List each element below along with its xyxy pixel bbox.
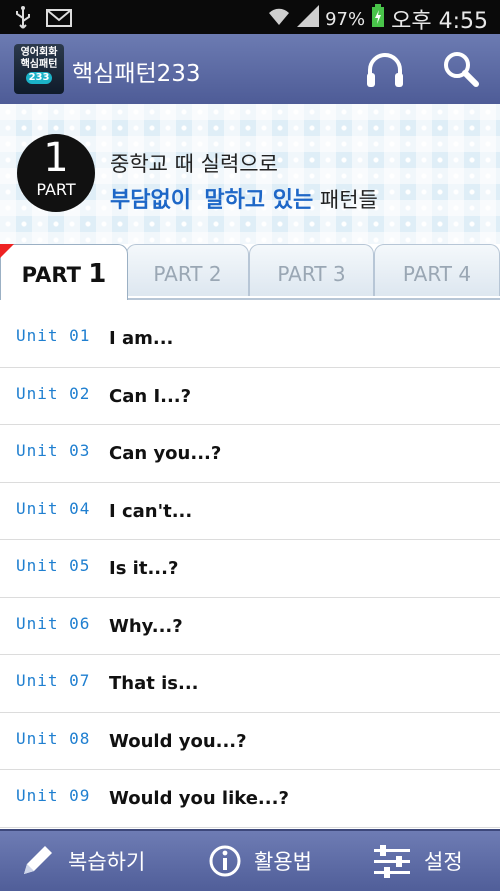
tab-part-4[interactable]: PART 4 <box>374 244 500 296</box>
unit-row-02[interactable]: Unit 02 Can I...? <box>0 368 500 425</box>
mail-icon <box>46 8 72 32</box>
bottom-bar: 복습하기 활용법 설정 <box>0 829 500 891</box>
app-logo-icon[interactable]: 영어회화 핵심패턴 233 <box>14 44 64 94</box>
sliders-icon <box>374 845 410 878</box>
usage-label: 활용법 <box>254 850 312 874</box>
app-logo-line1: 영어회화 <box>20 47 58 58</box>
review-button[interactable]: 복습하기 <box>18 831 145 891</box>
unit-label: Unit 05 <box>16 556 91 575</box>
app-logo-number: 233 <box>25 72 53 84</box>
usb-icon <box>14 6 32 34</box>
settings-label: 설정 <box>424 850 463 874</box>
part-badge-number: 1 <box>43 135 69 181</box>
search-button[interactable] <box>438 46 484 92</box>
tab-part-1-label: PART <box>21 263 81 287</box>
settings-button[interactable]: 설정 <box>372 831 463 891</box>
part-badge-label: PART <box>36 180 76 199</box>
unit-row-07[interactable]: Unit 07 That is... <box>0 655 500 713</box>
unit-title: That is... <box>109 673 199 694</box>
unit-label: Unit 07 <box>16 671 91 690</box>
app-logo-line2: 핵심패턴 <box>20 59 58 70</box>
unit-title: Can you...? <box>109 443 222 464</box>
unit-row-03[interactable]: Unit 03 Can you...? <box>0 425 500 483</box>
unit-row-04[interactable]: Unit 04 I can't... <box>0 483 500 540</box>
unit-title: Would you...? <box>109 730 247 752</box>
banner-subtitle: 중학교 때 실력으로 <box>110 152 278 176</box>
signal-icon <box>297 5 320 33</box>
headphones-button[interactable] <box>362 46 408 92</box>
battery-charging-icon <box>371 4 385 34</box>
unit-label: Unit 06 <box>16 613 91 633</box>
unit-title: Would you like...? <box>109 788 289 809</box>
part-banner: 1 PART 중학교 때 실력으로 부담없이 말하고 있는 패턴들 <box>0 104 500 244</box>
status-bar: 97% 오후 4:55 <box>0 0 500 34</box>
tab-part-3[interactable]: PART 3 <box>249 244 374 296</box>
tab-part-2[interactable]: PART 2 <box>126 244 249 296</box>
banner-title: 부담없이 말하고 있는 패턴들 <box>110 182 378 214</box>
part-badge: 1 PART <box>17 134 95 212</box>
unit-row-09[interactable]: Unit 09 Would you like...? <box>0 770 500 828</box>
review-label: 복습하기 <box>68 850 146 874</box>
unit-row-01[interactable]: Unit 01 I am... <box>0 310 500 368</box>
info-icon <box>209 845 241 877</box>
tab-part-1-number: 1 <box>88 259 107 289</box>
unit-label: Unit 08 <box>16 728 91 748</box>
banner-tail: 패턴들 <box>319 188 378 212</box>
banner-highlight-1: 부담없이 <box>110 188 191 213</box>
unit-list: Unit 01 I am... Unit 02 Can I...? Unit 0… <box>0 310 500 828</box>
app-title: 핵심패턴233 <box>72 61 201 87</box>
battery-percent: 97% <box>325 8 366 30</box>
search-icon <box>444 52 479 87</box>
unit-row-08[interactable]: Unit 08 Would you...? <box>0 713 500 770</box>
unit-title: Can I...? <box>109 385 192 407</box>
usage-button[interactable]: 활용법 <box>208 831 312 891</box>
active-tab-marker <box>0 244 14 258</box>
headphones-icon <box>367 53 403 87</box>
wifi-icon <box>267 5 291 33</box>
part-tabs: PART 1 PART 2 PART 3 PART 4 <box>0 244 500 300</box>
banner-highlight-2: 말하고 있는 <box>204 188 314 213</box>
unit-label: Unit 02 <box>16 383 91 403</box>
unit-title: I am... <box>109 328 174 349</box>
unit-label: Unit 01 <box>16 326 91 345</box>
clock: 오후 4:55 <box>391 9 488 34</box>
unit-title: Why...? <box>109 615 183 637</box>
unit-row-06[interactable]: Unit 06 Why...? <box>0 598 500 655</box>
unit-title: I can't... <box>109 500 193 522</box>
app-bar: 영어회화 핵심패턴 233 핵심패턴233 <box>0 34 500 106</box>
unit-label: Unit 04 <box>16 498 91 518</box>
unit-label: Unit 09 <box>16 786 91 805</box>
pencil-icon <box>24 846 52 874</box>
unit-title: Is it...? <box>109 558 179 579</box>
unit-row-05[interactable]: Unit 05 Is it...? <box>0 540 500 598</box>
tab-part-1[interactable]: PART 1 <box>0 244 128 300</box>
unit-label: Unit 03 <box>16 441 91 460</box>
